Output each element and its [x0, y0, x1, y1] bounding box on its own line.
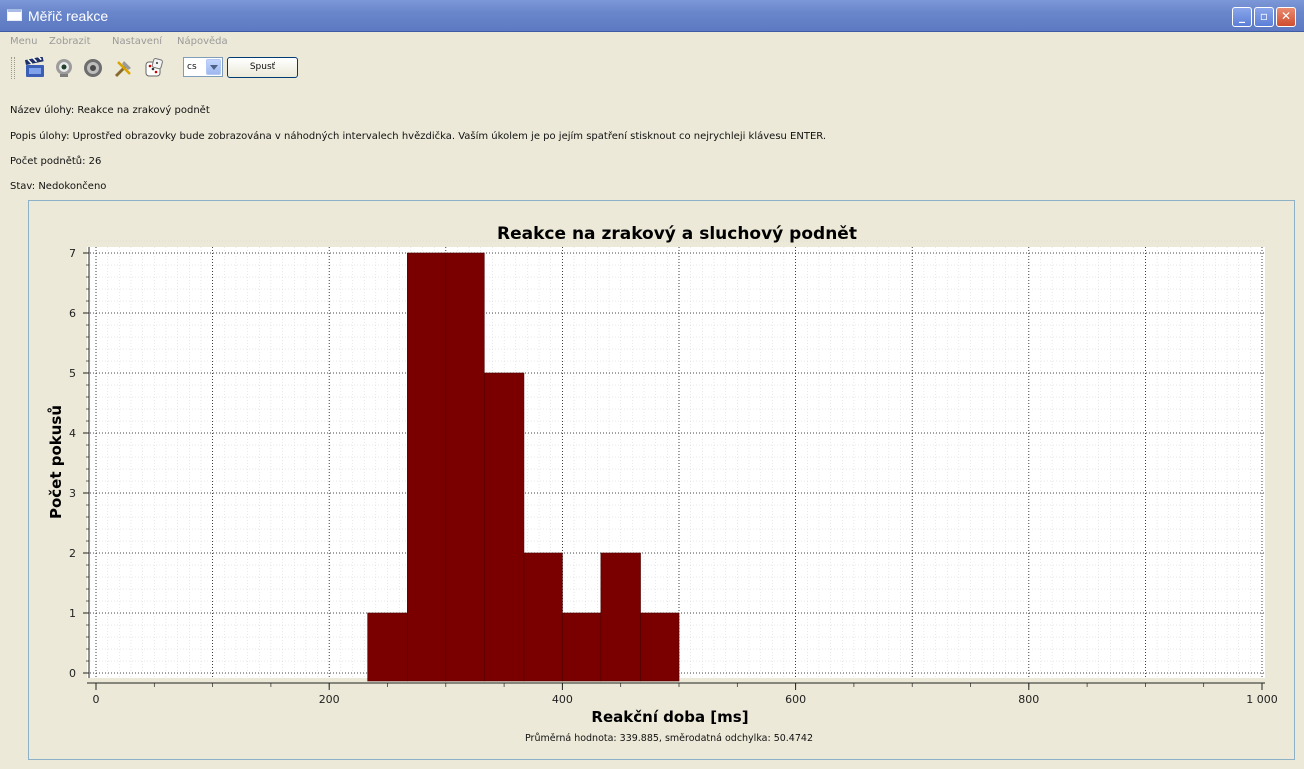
y-tick-label: 2: [69, 547, 76, 560]
x-tick-label: 400: [552, 693, 573, 706]
histogram-bar: [483, 372, 525, 682]
dice-icon[interactable]: [143, 57, 165, 79]
start-button[interactable]: Spusť: [227, 57, 298, 78]
dropdown-arrow-icon[interactable]: [206, 59, 221, 75]
histogram-bar: [562, 612, 602, 682]
language-select[interactable]: cs: [183, 57, 223, 77]
histogram-chart: 0 1 2 3 4 5 6 7 0 200 400 600 800 1 000 Reakce na zrak…: [47, 224, 1278, 744]
histogram-bar: [600, 552, 641, 682]
histogram-bar: [640, 612, 680, 682]
tools-icon[interactable]: [113, 57, 135, 79]
y-axis-label: Počet pokusů: [47, 405, 65, 519]
title-bar: Měřič reakce _ ▫ ✕: [0, 0, 1304, 32]
clapperboard-icon[interactable]: [24, 57, 46, 79]
y-tick-label: 7: [69, 247, 76, 260]
task-name: Název úlohy: Reakce na zrakový podnět: [10, 105, 210, 116]
chart-statistics: Průměrná hodnota: 339.885, směrodatná od…: [525, 733, 813, 744]
task-description: Popis úlohy: Uprostřed obrazovky bude zo…: [10, 131, 827, 142]
x-tick-label: 600: [785, 693, 806, 706]
histogram-bar: [407, 252, 447, 682]
y-tick-label: 6: [69, 307, 76, 320]
y-tick-label: 0: [69, 667, 76, 680]
menu-bar: Menu Zobrazit Nastavení Nápověda: [0, 33, 1304, 51]
menu-item-nastaveni[interactable]: Nastavení: [112, 36, 162, 47]
chart-title: Reakce na zrakový a sluchový podnět: [497, 224, 857, 244]
speaker-icon[interactable]: [82, 57, 104, 79]
close-button[interactable]: ✕: [1276, 7, 1296, 27]
language-value: cs: [187, 62, 197, 72]
task-status: Stav: Nedokončeno: [10, 181, 107, 192]
y-tick-label: 5: [69, 367, 76, 380]
minimize-button[interactable]: _: [1232, 7, 1252, 27]
stimuli-count: Počet podnětů: 26: [10, 156, 102, 167]
webcam-icon[interactable]: [53, 57, 75, 79]
menu-item-napoveda[interactable]: Nápověda: [177, 36, 228, 47]
chart-panel: 0 1 2 3 4 5 6 7 0 200 400 600 800 1 000 Reakce na zrak…: [28, 200, 1295, 760]
x-tick-label: 0: [93, 693, 100, 706]
x-tick-label: 1 000: [1246, 693, 1278, 706]
histogram-bar: [367, 612, 408, 682]
y-tick-label: 3: [69, 487, 76, 500]
maximize-button[interactable]: ▫: [1254, 7, 1274, 27]
toolbar-grip[interactable]: [11, 57, 15, 79]
histogram-bar: [523, 552, 563, 682]
histogram-bar: [445, 252, 485, 682]
app-window-icon: [7, 9, 22, 21]
y-tick-label: 1: [69, 607, 76, 620]
y-tick-label: 4: [69, 427, 76, 440]
menu-item-menu[interactable]: Menu: [10, 36, 37, 47]
window-title: Měřič reakce: [28, 8, 109, 24]
x-tick-label: 800: [1018, 693, 1039, 706]
x-axis-label: Reakční doba [ms]: [591, 708, 748, 726]
menu-item-zobrazit[interactable]: Zobrazit: [49, 36, 91, 47]
x-tick-label: 200: [319, 693, 340, 706]
